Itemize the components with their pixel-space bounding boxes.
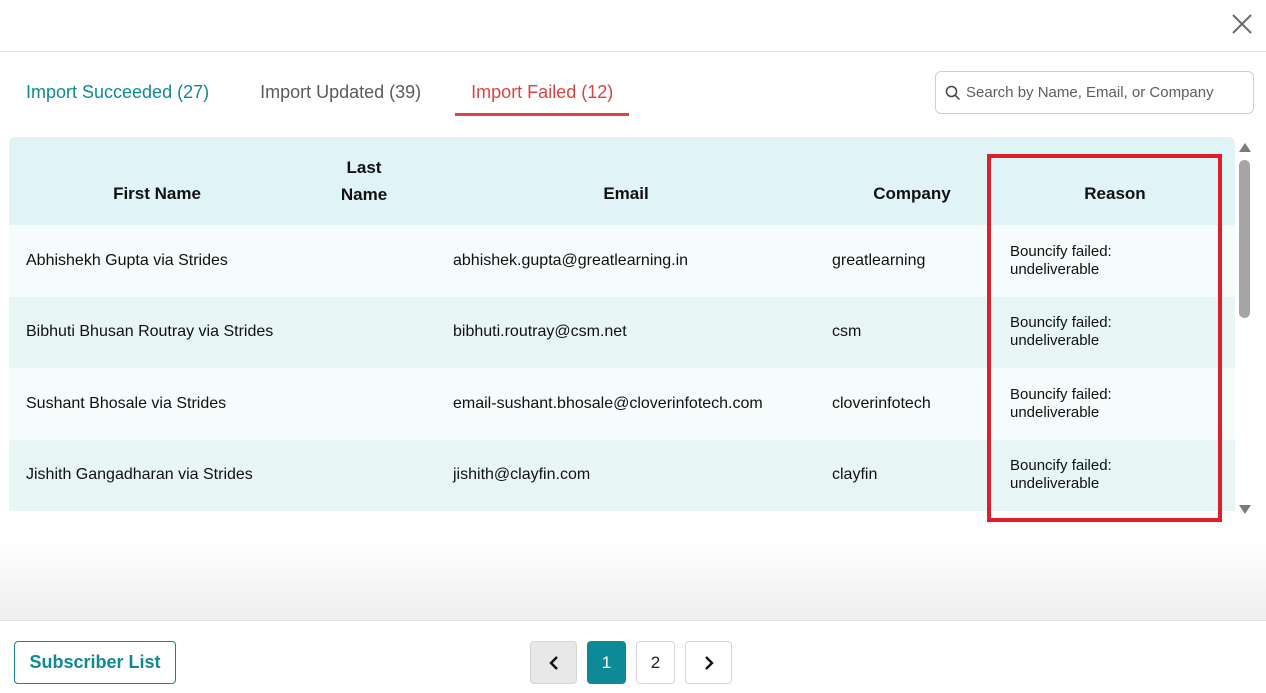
reason-line2: undeliverable: [1010, 260, 1100, 278]
search-icon: [945, 85, 961, 100]
cell-reason: Bouncify failed: undeliverable: [995, 225, 1235, 297]
search-input[interactable]: [966, 84, 1246, 101]
dialog-header: [0, 0, 1266, 52]
reason-line2: undeliverable: [1010, 403, 1100, 421]
column-header-last-name-line1: Last: [346, 158, 382, 177]
cell-company: clayfin: [832, 466, 878, 484]
next-page-button[interactable]: [685, 641, 732, 684]
chevron-left-icon: [548, 655, 558, 670]
reason-line1: Bouncify failed:: [1010, 242, 1112, 260]
column-header-email: Email: [603, 184, 649, 203]
cell-company: csm: [832, 323, 862, 341]
column-header-reason: Reason: [1084, 184, 1146, 203]
table-row: Bibhuti Bhusan Routray via Strides bibhu…: [9, 296, 1235, 369]
close-icon: [1232, 14, 1252, 34]
subscriber-list-button[interactable]: Subscriber List: [14, 641, 176, 684]
reason-line2: undeliverable: [1010, 332, 1100, 350]
cell-reason: Bouncify failed: undeliverable: [995, 297, 1235, 369]
reason-line1: Bouncify failed:: [1010, 457, 1112, 475]
cell-company: cloverinfotech: [832, 394, 931, 412]
cell-company: greatlearning: [832, 251, 926, 269]
reason-line1: Bouncify failed:: [1010, 314, 1112, 332]
column-header-first-name: First Name: [113, 184, 201, 203]
close-button[interactable]: [1228, 10, 1256, 38]
column-header-last-name: Last Name: [305, 137, 423, 225]
scroll-up-arrow-icon[interactable]: [1239, 143, 1251, 152]
cell-email: bibhuti.routray@csm.net: [453, 323, 627, 341]
scroll-thumb[interactable]: [1239, 160, 1250, 318]
cell-email: email-sushant.bhosale@cloverinfotech.com: [453, 394, 763, 412]
cell-reason: Bouncify failed: undeliverable: [995, 440, 1235, 512]
tab-import-failed[interactable]: Import Failed (12): [455, 70, 630, 116]
cell-last-name: [305, 225, 423, 297]
cell-reason: Bouncify failed: undeliverable: [995, 368, 1235, 440]
reason-line2: undeliverable: [1010, 475, 1100, 493]
import-tabs: Import Succeeded (27) Import Updated (39…: [10, 70, 630, 118]
dialog-footer: Subscriber List 1 2: [0, 620, 1266, 693]
tab-import-succeeded[interactable]: Import Succeeded (27): [10, 70, 225, 116]
scroll-down-arrow-icon[interactable]: [1239, 505, 1251, 514]
previous-page-button[interactable]: [530, 641, 577, 684]
page-1-button[interactable]: 1: [587, 641, 626, 684]
cell-email: abhishek.gupta@greatlearning.in: [453, 251, 689, 269]
cell-first-name: Abhishekh Gupta via Strides: [26, 251, 228, 269]
failed-imports-table: First Name Last Name Email Company Reaso…: [9, 137, 1235, 511]
cell-email: jishith@clayfin.com: [453, 466, 591, 484]
chevron-right-icon: [704, 655, 714, 670]
tab-import-updated[interactable]: Import Updated (39): [244, 70, 437, 116]
table-header-row: First Name Last Name Email Company Reaso…: [9, 137, 1235, 225]
table-row: Jishith Gangadharan via Strides jishith@…: [9, 439, 1235, 512]
cell-last-name: [305, 297, 423, 369]
cell-last-name: [305, 368, 423, 440]
page-2-button[interactable]: 2: [636, 641, 675, 684]
column-header-last-name-line2: Name: [340, 185, 388, 204]
cell-last-name: [305, 440, 423, 512]
cell-first-name: Jishith Gangadharan via Strides: [26, 466, 253, 484]
table-scrollbar[interactable]: [1235, 137, 1254, 520]
footer-shadow: [0, 540, 1266, 620]
reason-line1: Bouncify failed:: [1010, 385, 1112, 403]
table-row: Abhishekh Gupta via Strides abhishek.gup…: [9, 225, 1235, 297]
pagination: 1 2: [530, 641, 732, 684]
cell-first-name: Sushant Bhosale via Strides: [26, 394, 227, 412]
table-row: Sushant Bhosale via Strides email-sushan…: [9, 368, 1235, 440]
cell-first-name: Bibhuti Bhusan Routray via Strides: [26, 323, 274, 341]
column-header-company: Company: [873, 184, 951, 203]
search-box[interactable]: [935, 71, 1254, 114]
